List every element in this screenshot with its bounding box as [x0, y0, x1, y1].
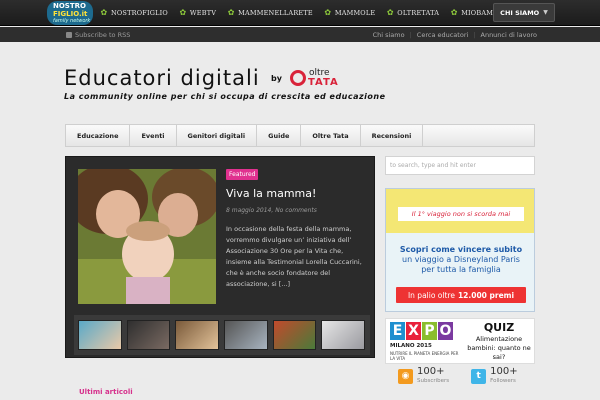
quiz-text: Alimentazione bambini: quanto ne sai?	[467, 335, 531, 361]
slider-thumbnail[interactable]	[78, 320, 122, 350]
leaf-icon: ✿	[450, 8, 458, 17]
leaf-icon: ✿	[386, 8, 394, 17]
logo-ring-icon	[290, 70, 306, 86]
nav-eventi[interactable]: Eventi	[130, 125, 177, 146]
slider-thumbnail[interactable]	[321, 320, 366, 350]
chi-siamo-button[interactable]: CHI SIAMO ▼	[493, 3, 555, 22]
network-item-mammole[interactable]: ✿ MAMMOLE	[324, 8, 375, 18]
featured-badge: Featured	[226, 169, 259, 180]
site-tagline: La community online per chi si occupa di…	[64, 92, 386, 101]
link-cerca-educatori[interactable]: Cerca educatori	[417, 31, 469, 39]
search-input[interactable]: to search, type and hit enter	[385, 156, 535, 175]
prize-banner: In palio oltre 12.000 premi	[396, 287, 526, 303]
latest-articles-heading: Ultimi articoli	[79, 388, 133, 396]
slider-thumbnail[interactable]	[126, 320, 171, 350]
separator: |	[473, 30, 476, 39]
network-item-mammenellarete[interactable]: ✿ MAMMENELLARETE	[227, 8, 313, 18]
link-annunci-di-lavoro[interactable]: Annunci di lavoro	[481, 31, 538, 39]
nav-guide[interactable]: Guide	[257, 125, 302, 146]
nostrofiglio-logo[interactable]: NOSTRO FIGLIO.it family network	[47, 1, 93, 25]
link-chi-siamo[interactable]: Chi siamo	[373, 31, 405, 39]
network-nav: ✿ NOSTROFIGLIO ✿ WEBTV ✿ MAMMENELLARETE ✿ MA…	[100, 0, 523, 26]
expo-logo: E X P O	[390, 322, 456, 342]
expo-quiz-ad[interactable]: E X P O MILANO 2015 NUTRIRE IL PIANETA E…	[385, 318, 535, 364]
oltretata-logo[interactable]: oltre TATA	[290, 68, 340, 90]
nav-oltre-tata[interactable]: Oltre Tata	[301, 125, 361, 146]
featured-post-excerpt: In occasione della festa della mamma, vo…	[226, 225, 362, 288]
top-links: Chi siamo | Cerca educatori | Annunci di…	[373, 27, 537, 42]
secondary-bar: Subscribe to RSS Chi siamo | Cerca educa…	[0, 27, 600, 42]
separator: |	[409, 30, 412, 39]
slider-thumbnail[interactable]	[272, 320, 317, 350]
network-item-oltretata[interactable]: ✿ OLTRETATA	[386, 8, 439, 18]
leaf-icon: ✿	[179, 8, 187, 17]
quiz-title: QUIZ	[483, 321, 515, 334]
leaf-icon: ✿	[100, 8, 108, 17]
rss-icon: ◉	[398, 369, 413, 384]
slider-thumbnail[interactable]	[175, 320, 220, 350]
network-bar: NOSTRO FIGLIO.it family network ✿ NOSTROF…	[0, 0, 600, 26]
featured-post-title[interactable]: Viva la mamma!	[226, 187, 316, 200]
category-nav: Educazione Eventi Genitori digitali Guid…	[65, 124, 535, 147]
slider-thumbnails	[74, 315, 370, 355]
featured-slider: Featured Viva la mamma! 8 maggio 2014, N…	[65, 156, 375, 358]
brand-by: by	[271, 74, 282, 83]
twitter-icon: t	[471, 369, 487, 384]
site-title[interactable]: Educatori digitali	[64, 66, 260, 90]
twitter-counter[interactable]: t 100+ Followers	[471, 366, 518, 388]
network-item-nostrofiglio[interactable]: ✿ NOSTROFIGLIO	[100, 8, 168, 18]
chevron-down-icon: ▼	[543, 9, 548, 16]
subscribe-rss-link[interactable]: Subscribe to RSS	[66, 27, 130, 42]
rss-icon	[66, 31, 72, 38]
featured-post-meta: 8 maggio 2014, No comments	[226, 207, 317, 214]
slider-thumbnail[interactable]	[224, 320, 268, 350]
nav-educazione[interactable]: Educazione	[66, 125, 131, 146]
network-item-webtv[interactable]: ✿ WEBTV	[179, 8, 216, 18]
social-counters: ◉ 100+ Subscribers t 100+ Followers	[398, 366, 540, 388]
leaf-icon: ✿	[324, 8, 332, 17]
disneyland-ad[interactable]: Il 1° viaggio non si scorda mai Scopri c…	[385, 188, 535, 312]
featured-photo[interactable]	[78, 169, 216, 304]
leaf-icon: ✿	[227, 8, 235, 17]
rss-counter[interactable]: ◉ 100+ Subscribers	[398, 366, 449, 388]
nav-genitori-digitali[interactable]: Genitori digitali	[177, 125, 258, 146]
nav-recensioni[interactable]: Recensioni	[361, 125, 424, 146]
featured-photo-image	[78, 169, 216, 304]
